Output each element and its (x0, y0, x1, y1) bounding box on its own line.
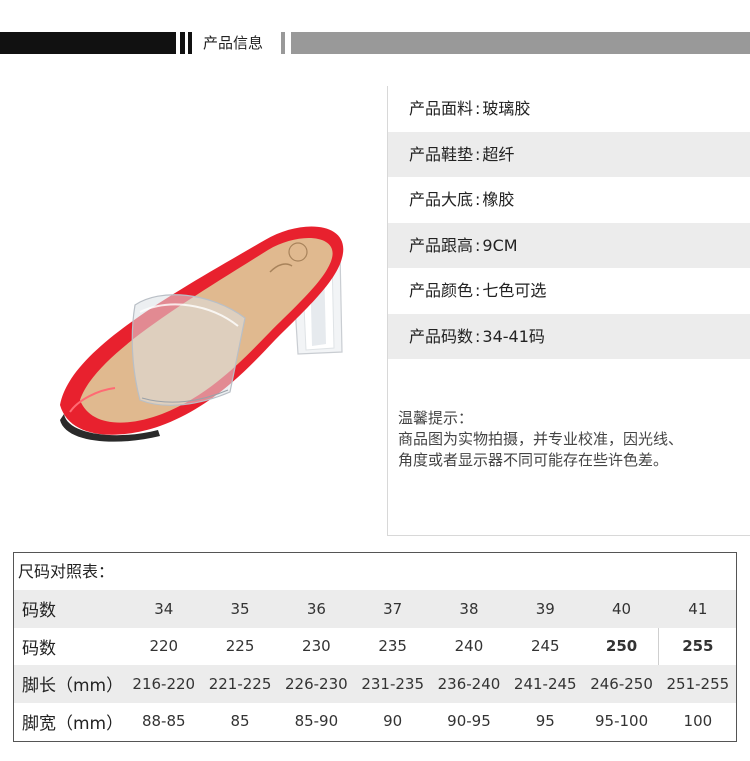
table-cell: 251-255 (666, 674, 730, 693)
table-cell: 226-230 (285, 674, 348, 693)
table-cell: 37 (383, 599, 403, 618)
spec-value: 七色可选 (482, 281, 547, 300)
banner-stripe (188, 32, 192, 54)
table-cell: 231-235 (361, 674, 424, 693)
table-row: 码数 220 225 230 235 240 245 250 255 (14, 627, 736, 665)
section-title: 产品信息 (203, 34, 264, 52)
section-banner: 产品信息 (0, 32, 750, 54)
cell-divider (658, 627, 659, 665)
table-cell: 230 (302, 637, 331, 656)
table-cell: 225 (225, 637, 255, 656)
size-chart-caption: 尺码对照表： (18, 562, 115, 581)
banner-bar-left (0, 32, 176, 54)
spec-row-insole: 产品鞋垫: 超纤 (388, 131, 750, 177)
notice-line: 商品图为实物拍摄，并专业校准，因光线、 (398, 430, 684, 448)
spec-row-heel-height: 产品跟高:9CM (388, 222, 750, 268)
spec-value: 玻璃胶 (482, 99, 531, 118)
table-cell: 38 (459, 599, 479, 618)
notice-text: 温馨提示： 商品图为实物拍摄，并专业校准，因光线、 角度或者显示器不同可能存在些… (398, 408, 748, 471)
spec-row-size: 产品码数:34-41码 (388, 313, 750, 359)
table-cell: 34 (154, 599, 174, 618)
spec-value: 超纤 (482, 144, 515, 164)
notice-title: 温馨提示： (398, 409, 474, 427)
spec-row-outsole: 产品大底: 橡胶 (409, 190, 515, 209)
table-cell: 39 (535, 599, 555, 618)
spec-label: 产品大底 (409, 190, 474, 209)
table-cell: 35 (230, 599, 250, 618)
table-cell: 85 (230, 712, 250, 731)
table-cell: 90-95 (447, 712, 491, 731)
spec-label: 产品颜色 (409, 281, 474, 300)
table-row: 码数 34 35 36 37 38 39 40 41 (14, 590, 736, 628)
banner-stripe (281, 32, 285, 54)
spec-row-color: 产品颜色: 七色可选 (409, 281, 547, 300)
product-info-panel: 产品面料: 玻璃胶 产品鞋垫: 超纤 产品大底: 橡胶 产品跟高:9CM 产品颜色: 七… (387, 86, 750, 536)
spec-label: 产品码数 (409, 326, 474, 346)
product-image (40, 200, 360, 450)
notice-line: 角度或者显示器不同可能存在些许色差。 (398, 451, 669, 469)
table-cell: 250 (605, 637, 638, 656)
spec-label: 产品跟高 (409, 235, 474, 255)
size-chart-table: 尺码对照表： 码数 34 35 36 37 38 39 40 41 码数 220… (13, 552, 737, 742)
spec-label: 产品鞋垫 (409, 144, 474, 164)
table-cell: 95 (535, 712, 555, 731)
table-cell: 41 (688, 599, 708, 618)
spec-value: 橡胶 (482, 190, 515, 209)
banner-stripe (180, 32, 185, 54)
table-row: 脚长（mm） 216-220 221-225 226-230 231-235 2… (14, 665, 736, 703)
spec-label: 产品面料 (409, 99, 474, 118)
table-cell: 255 (682, 637, 714, 656)
table-cell: 88-85 (141, 712, 186, 731)
table-cell: 85-90 (294, 712, 339, 731)
table-cell: 220 (149, 637, 179, 656)
spec-row-material: 产品面料: 玻璃胶 (409, 99, 531, 118)
table-cell: 40 (612, 599, 632, 618)
spec-value: 9CM (482, 235, 518, 255)
table-cell: 36 (306, 599, 326, 618)
table-cell: 241-245 (513, 674, 577, 693)
row-header: 码数 (22, 638, 56, 659)
table-cell: 245 (530, 637, 560, 656)
table-cell: 221-225 (208, 674, 272, 693)
table-cell: 216-220 (132, 674, 196, 693)
table-cell: 235 (378, 637, 407, 656)
banner-bar-right (291, 32, 750, 54)
table-cell: 100 (683, 712, 713, 731)
row-header: 脚宽（mm） (22, 713, 124, 734)
spec-value: 34-41码 (482, 326, 545, 346)
sandal-illustration (60, 226, 344, 442)
table-row: 脚宽（mm） 88-85 85 85-90 90 90-95 95 95-100… (14, 703, 736, 741)
table-cell: 95-100 (594, 712, 649, 731)
table-cell: 90 (383, 712, 403, 731)
table-cell: 240 (454, 637, 484, 656)
row-header: 脚长（mm） (22, 676, 124, 697)
row-header: 码数 (22, 601, 56, 622)
table-cell: 246-250 (590, 674, 653, 693)
table-cell: 236-240 (437, 674, 501, 693)
